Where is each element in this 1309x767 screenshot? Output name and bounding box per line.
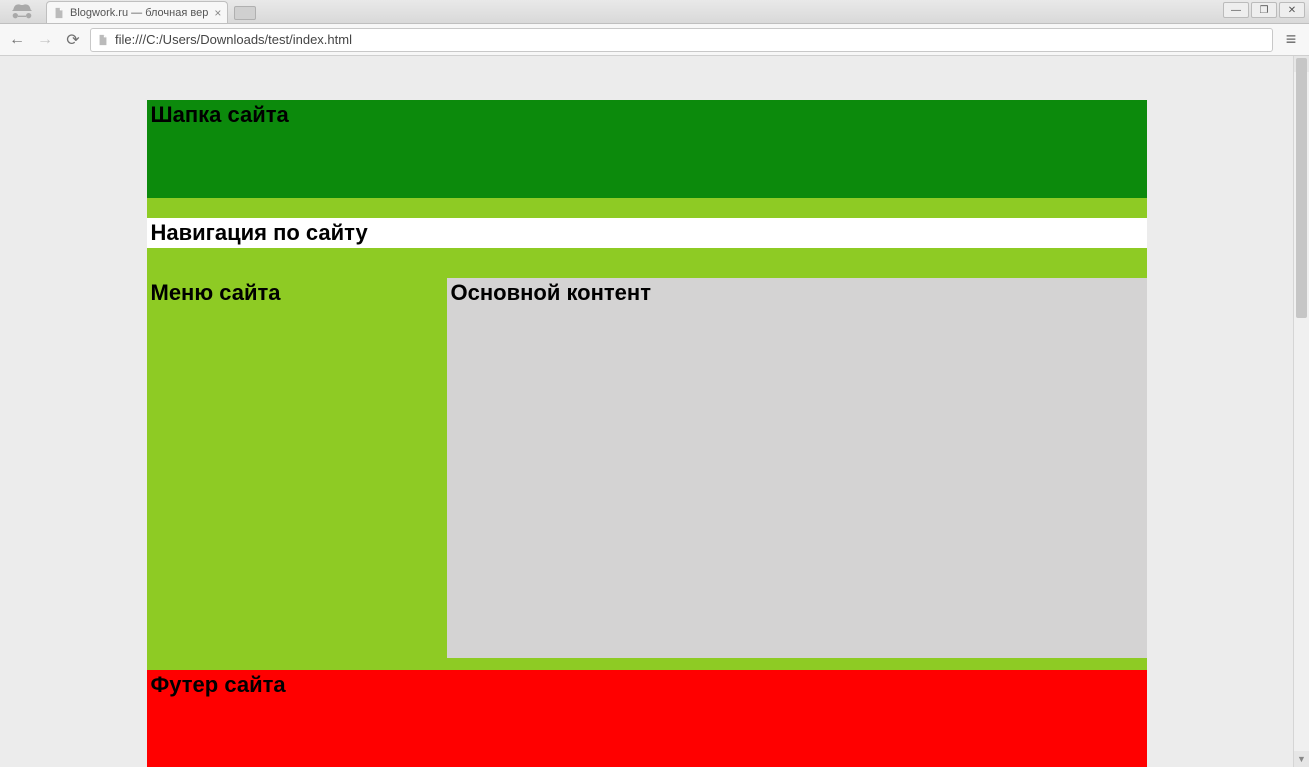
site-menu-title: Меню сайта bbox=[147, 278, 447, 306]
window-controls: — ❐ ✕ bbox=[1223, 2, 1305, 18]
forward-button[interactable]: → bbox=[34, 29, 56, 51]
reload-button[interactable]: ⟳ bbox=[62, 29, 84, 51]
address-bar[interactable]: file:///C:/Users/Downloads/test/index.ht… bbox=[90, 28, 1273, 52]
tab-title: Blogwork.ru — блочная вер bbox=[70, 7, 208, 19]
page-icon bbox=[97, 34, 109, 46]
site-content-title: Основной контент bbox=[447, 278, 1147, 306]
scrollbar-thumb[interactable] bbox=[1296, 58, 1307, 318]
chrome-menu-button[interactable]: ≡ bbox=[1279, 29, 1303, 51]
browser-viewport: Шапка сайта Навигация по сайту Меню сайт… bbox=[0, 56, 1309, 767]
site-content: Основной контент bbox=[447, 278, 1147, 658]
layout-gap bbox=[147, 248, 1147, 278]
new-tab-button[interactable] bbox=[234, 6, 256, 20]
layout-gap bbox=[147, 198, 1147, 218]
site-footer: Футер сайта bbox=[147, 670, 1147, 767]
site-nav-title: Навигация по сайту bbox=[147, 218, 1147, 246]
address-bar-text: file:///C:/Users/Downloads/test/index.ht… bbox=[115, 32, 352, 47]
incognito-icon bbox=[0, 0, 44, 23]
window-maximize-button[interactable]: ❐ bbox=[1251, 2, 1277, 18]
vertical-scrollbar[interactable]: ▲ ▼ bbox=[1293, 56, 1309, 767]
tab-close-icon[interactable]: × bbox=[214, 7, 221, 19]
site-nav: Навигация по сайту bbox=[147, 218, 1147, 248]
layout-gap bbox=[147, 658, 1147, 670]
site-header: Шапка сайта bbox=[147, 100, 1147, 198]
browser-toolbar: ← → ⟳ file:///C:/Users/Downloads/test/in… bbox=[0, 24, 1309, 56]
page-icon bbox=[53, 7, 65, 19]
window-minimize-button[interactable]: — bbox=[1223, 2, 1249, 18]
site-header-title: Шапка сайта bbox=[147, 100, 1147, 128]
site-wrapper: Шапка сайта Навигация по сайту Меню сайт… bbox=[147, 100, 1147, 767]
browser-tab[interactable]: Blogwork.ru — блочная вер × bbox=[46, 1, 228, 23]
back-button[interactable]: ← bbox=[6, 29, 28, 51]
window-titlebar: Blogwork.ru — блочная вер × — ❐ ✕ bbox=[0, 0, 1309, 24]
site-footer-title: Футер сайта bbox=[147, 670, 1147, 698]
site-middle: Меню сайта Основной контент bbox=[147, 278, 1147, 658]
scrollbar-down-icon[interactable]: ▼ bbox=[1294, 751, 1309, 767]
site-menu: Меню сайта bbox=[147, 278, 447, 658]
window-close-button[interactable]: ✕ bbox=[1279, 2, 1305, 18]
page-canvas: Шапка сайта Навигация по сайту Меню сайт… bbox=[0, 56, 1293, 767]
